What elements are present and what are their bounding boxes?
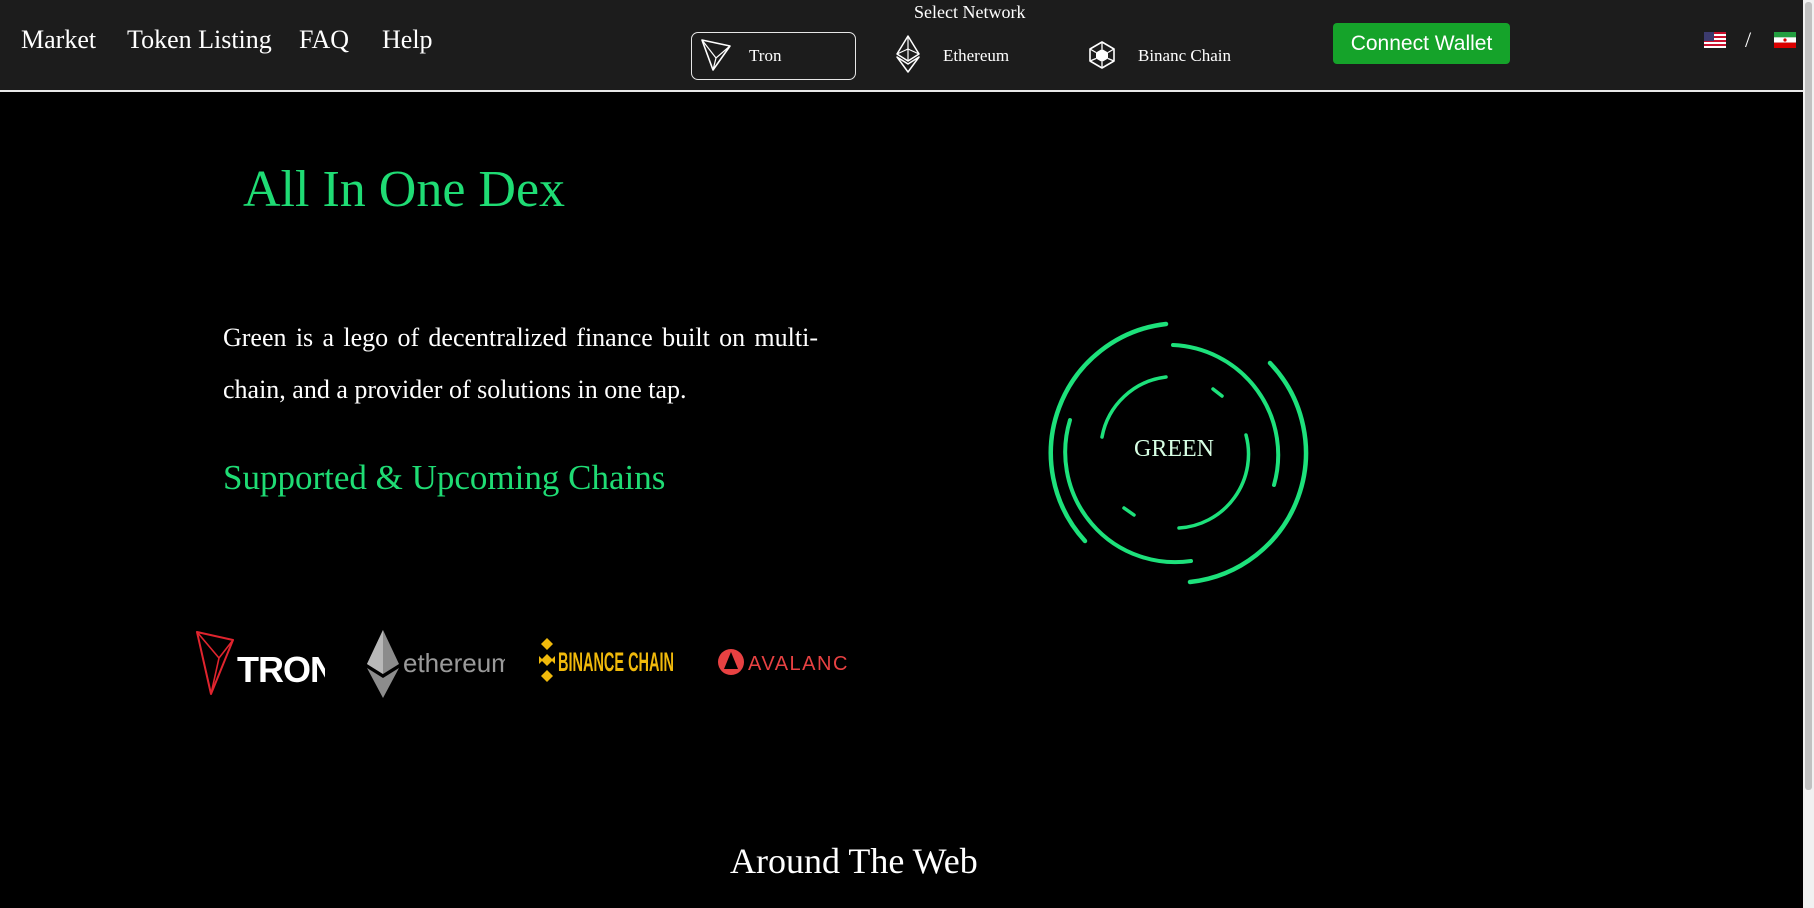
- ethereum-logo-text: ethereum: [403, 648, 505, 678]
- network-option-ethereum[interactable]: Ethereum: [893, 32, 1033, 80]
- connect-wallet-button[interactable]: Connect Wallet: [1333, 23, 1510, 64]
- ethereum-logo: ethereum: [365, 628, 513, 705]
- around-the-web-heading: Around The Web: [730, 841, 978, 881]
- tron-logo-text: TRON: [237, 649, 325, 690]
- iran-flag-icon[interactable]: [1774, 32, 1796, 48]
- ethereum-icon: [895, 35, 921, 73]
- tron-icon: [700, 38, 732, 72]
- network-option-label: Tron: [749, 46, 782, 65]
- scrollbar-thumb[interactable]: [1805, 2, 1812, 790]
- chains-heading: Supported & Upcoming Chains: [223, 458, 666, 497]
- nav-faq[interactable]: FAQ: [299, 25, 349, 55]
- avalanche-logo-text: AVALANCHE: [748, 653, 848, 675]
- network-option-label: Ethereum: [943, 46, 1010, 65]
- hero-description: Green is a lego of decentralized finance…: [223, 323, 818, 404]
- binance-logo: BINANCE CHAIN: [538, 636, 678, 691]
- select-network-label: Select Network: [914, 2, 1026, 22]
- top-header: Market Token Listing FAQ Help Select Net…: [0, 0, 1803, 92]
- tron-logo: TRON: [195, 630, 336, 701]
- avalanche-logo: AVALANCHE: [718, 643, 878, 688]
- network-option-tron[interactable]: Tron: [691, 32, 856, 80]
- network-option-binance[interactable]: Binanc Chain: [1088, 32, 1248, 80]
- hero-title: All In One Dex: [243, 161, 566, 218]
- green-ring-graphic: GREEN: [1040, 318, 1320, 598]
- language-separator: /: [1745, 27, 1752, 52]
- binance-logo-text: BINANCE CHAIN: [558, 647, 674, 677]
- nav-market[interactable]: Market: [21, 25, 96, 55]
- network-option-label: Binanc Chain: [1138, 46, 1232, 65]
- nav-help[interactable]: Help: [382, 25, 433, 55]
- ring-label: GREEN: [1134, 436, 1214, 462]
- nav-token-listing[interactable]: Token Listing: [127, 25, 272, 55]
- us-flag-icon[interactable]: [1704, 32, 1726, 48]
- binance-icon: [1088, 40, 1116, 70]
